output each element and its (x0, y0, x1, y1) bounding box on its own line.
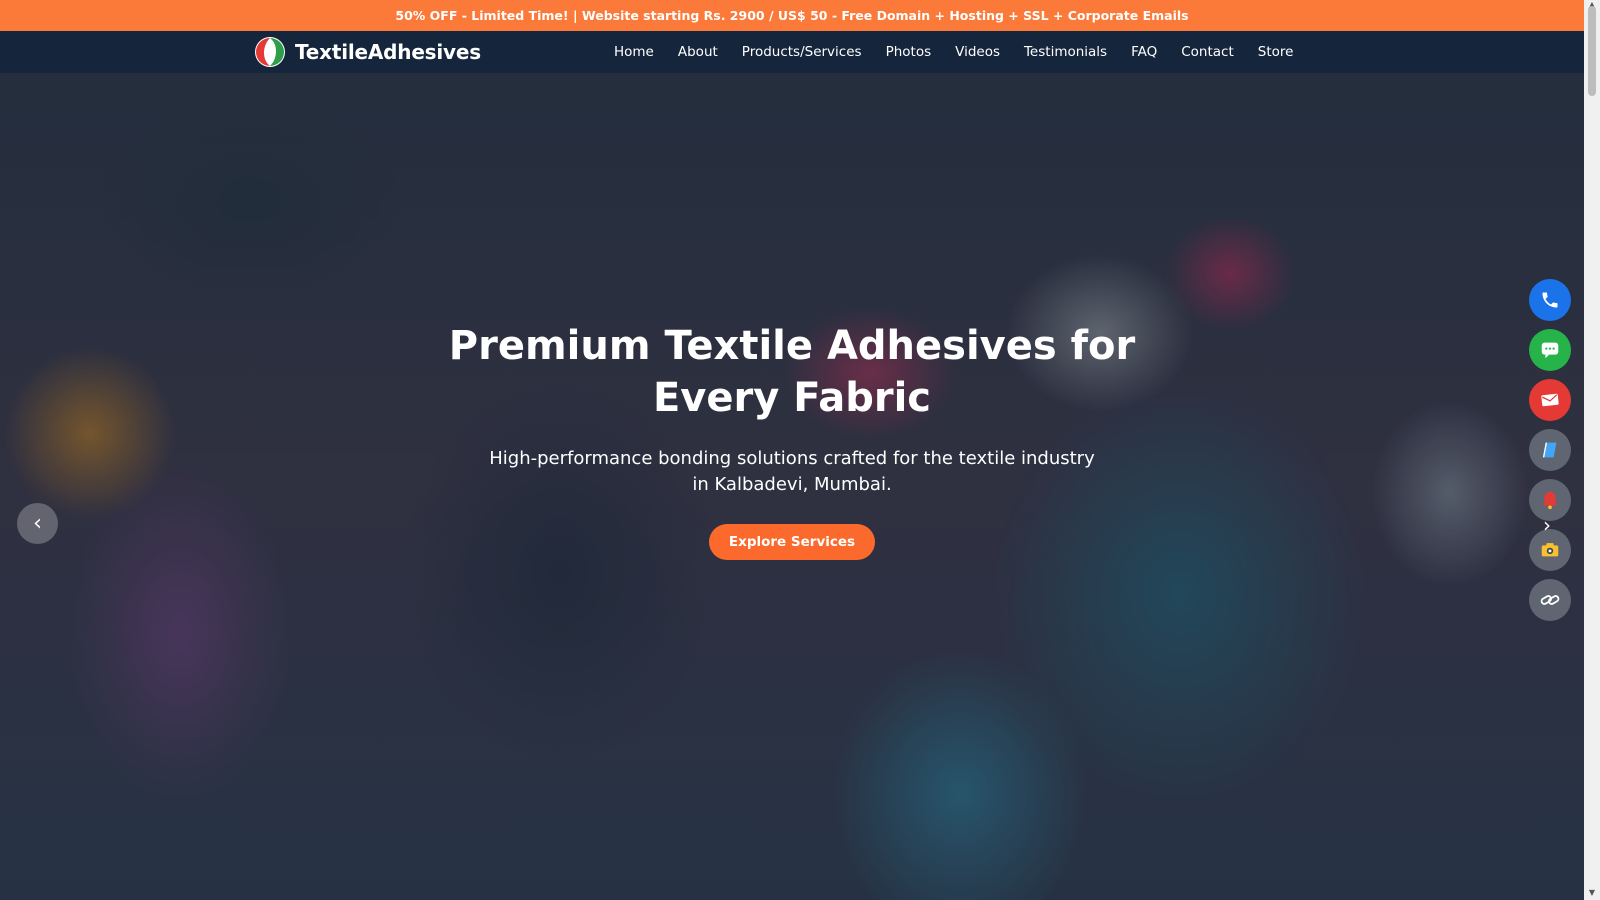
carousel-next-button[interactable]: › (1543, 513, 1551, 537)
brand-link[interactable]: TextileAdhesives (254, 36, 481, 68)
link-icon (1540, 595, 1560, 605)
nav-home[interactable]: Home (614, 44, 654, 60)
camera-icon (1541, 543, 1559, 557)
explore-services-button[interactable]: Explore Services (708, 524, 876, 560)
nav-photos[interactable]: Photos (886, 44, 932, 60)
nav-testimonials[interactable]: Testimonials (1024, 44, 1107, 60)
mail-icon (1541, 393, 1559, 407)
nav-products-services[interactable]: Products/Services (742, 44, 862, 60)
hero-content: Premium Textile Adhesives for Every Fabr… (442, 320, 1142, 560)
phone-icon (1542, 292, 1558, 308)
link-button[interactable] (1529, 579, 1571, 621)
nav-about[interactable]: About (678, 44, 718, 60)
book-icon (1542, 442, 1557, 458)
hero-subtitle: High-performance bonding solutions craft… (489, 448, 1095, 495)
mail-button[interactable] (1529, 379, 1571, 421)
nav-store[interactable]: Store (1258, 44, 1294, 60)
chat-icon (1541, 342, 1559, 359)
brand-name: TextileAdhesives (295, 40, 481, 64)
promo-text: 50% OFF - Limited Time! | Website starti… (395, 8, 1189, 23)
nav-faq[interactable]: FAQ (1131, 44, 1157, 60)
hero-title: Premium Textile Adhesives for Every Fabr… (448, 323, 1136, 421)
chevron-left-icon: ‹ (33, 511, 42, 536)
carousel-prev-button[interactable]: ‹ (17, 503, 58, 544)
book-button[interactable] (1529, 429, 1571, 471)
top-navbar: TextileAdhesives Home About Products/Ser… (0, 31, 1584, 73)
phone-button[interactable] (1529, 279, 1571, 321)
logo-icon (255, 37, 285, 67)
main-nav: Home About Products/Services Photos Vide… (614, 31, 1317, 73)
scroll-thumb[interactable] (1588, 6, 1596, 96)
chat-button[interactable] (1529, 329, 1571, 371)
page-scrollbar[interactable]: ▲ ▼ (1584, 0, 1600, 900)
promo-banner[interactable]: 50% OFF - Limited Time! | Website starti… (0, 0, 1584, 31)
scroll-down-icon[interactable]: ▼ (1584, 888, 1600, 900)
nav-videos[interactable]: Videos (955, 44, 1000, 60)
nav-contact[interactable]: Contact (1181, 44, 1234, 60)
bell-icon (1542, 491, 1558, 510)
chevron-right-icon: › (1543, 513, 1551, 537)
